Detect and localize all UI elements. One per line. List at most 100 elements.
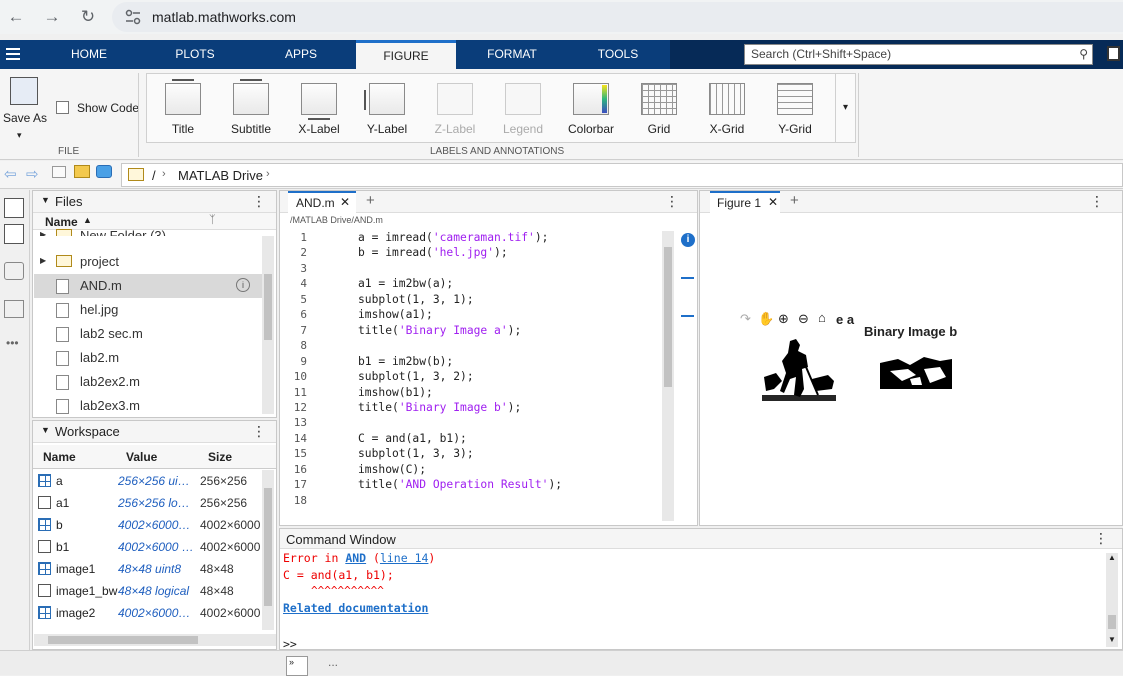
workspace-row[interactable]: image1_bw 48×48 logical 48×48 [34, 580, 260, 602]
xlabel-button[interactable]: X-Label [288, 79, 350, 139]
gallery-expand-icon[interactable]: ▾ [835, 73, 855, 143]
site-settings-icon[interactable] [124, 8, 142, 26]
path-bar[interactable]: / › MATLAB Drive › [121, 163, 1123, 187]
back-icon[interactable]: ← [4, 5, 28, 29]
more-icon[interactable]: ••• [6, 336, 19, 350]
scroll-thumb[interactable] [664, 247, 672, 387]
code-line[interactable]: subplot(1, 3, 2); [358, 370, 474, 385]
menu-icon[interactable] [6, 47, 20, 61]
collapse-icon[interactable]: ▼ [41, 425, 50, 435]
layout-icon[interactable] [4, 224, 24, 244]
save-as-icon[interactable] [10, 77, 38, 105]
colorbar-button[interactable]: Colorbar [560, 79, 622, 139]
cloud-folder-icon[interactable] [96, 165, 112, 178]
tab-apps[interactable]: APPS [270, 40, 332, 69]
reload-icon[interactable]: ↻ [76, 5, 100, 29]
tab-format[interactable]: FORMAT [480, 40, 544, 69]
save-as-dropdown-icon[interactable]: ▾ [17, 130, 22, 141]
workspace-row[interactable]: a1 256×256 logical 256×256 [34, 492, 260, 514]
path-segment[interactable]: MATLAB Drive [178, 168, 263, 183]
scroll-thumb[interactable] [48, 636, 198, 644]
workspace-menu-icon[interactable]: ⋮ [252, 423, 266, 440]
file-item[interactable]: ▶ project [34, 250, 262, 274]
workspace-row[interactable]: b 4002×6000×3 uint8 4002×6000 [34, 514, 260, 536]
tab-and-m[interactable]: AND.m ✕ [288, 191, 356, 213]
col-value[interactable]: Value [126, 450, 157, 464]
workspace-hscrollbar[interactable] [34, 634, 276, 646]
files-panel-icon[interactable] [4, 198, 24, 218]
file-item[interactable]: lab2 sec.m [34, 322, 262, 346]
editor-scrollbar[interactable] [662, 231, 674, 521]
browse-folder-icon[interactable] [74, 165, 90, 178]
nav-forward-icon[interactable]: ⇨ [26, 165, 39, 183]
expand-icon[interactable]: ▶ [40, 256, 46, 265]
code-line[interactable]: C = and(a1, b1); [358, 432, 467, 447]
tab-tools[interactable]: TOOLS [588, 40, 648, 69]
close-icon[interactable]: ✕ [340, 195, 350, 209]
up-folder-icon[interactable] [52, 166, 66, 178]
workspace-row[interactable]: a 256×256 uint8 256×256 [34, 470, 260, 492]
workspace-row[interactable]: image1 48×48 uint8 48×48 [34, 558, 260, 580]
scroll-down-icon[interactable]: ▼ [1108, 635, 1116, 644]
show-code-checkbox[interactable] [56, 101, 69, 114]
nav-back-icon[interactable]: ⇦ [4, 165, 17, 183]
command-history-icon[interactable]: » [286, 656, 308, 676]
code-line[interactable]: imshow(b1); [358, 386, 433, 401]
address-bar[interactable]: matlab.mathworks.com [112, 2, 1123, 32]
history-icon[interactable] [4, 262, 24, 280]
code-line[interactable]: imshow(C); [358, 463, 426, 478]
collapse-icon[interactable]: ▼ [41, 195, 50, 205]
file-item[interactable]: hel.jpg [34, 298, 262, 322]
expand-icon[interactable]: ▶ [40, 230, 46, 236]
scroll-thumb[interactable] [1108, 615, 1116, 629]
zoom-in-icon[interactable]: ⊕ [778, 311, 789, 327]
new-tab-icon[interactable]: + [790, 192, 799, 209]
more-icon[interactable]: ... [328, 655, 338, 669]
figure-menu-icon[interactable]: ⋮ [1090, 193, 1104, 210]
code-line[interactable]: imshow(a1); [358, 308, 433, 323]
command-menu-icon[interactable]: ⋮ [1094, 530, 1108, 547]
file-item[interactable]: lab2.m [34, 346, 262, 370]
file-info-icon[interactable]: i [236, 278, 250, 292]
new-tab-icon[interactable]: + [366, 192, 375, 209]
code-line[interactable]: subplot(1, 3, 3); [358, 447, 474, 462]
file-item[interactable]: AND.m i [34, 274, 262, 298]
search-input[interactable]: Search (Ctrl+Shift+Space) ⚲ [744, 44, 1093, 65]
xgrid-button[interactable]: X-Grid [696, 79, 758, 139]
close-icon[interactable]: ✕ [768, 195, 778, 209]
save-icon[interactable] [1107, 46, 1120, 61]
workspace-row[interactable]: image2 4002×6000×3 uint8 4002×6000 [34, 602, 260, 624]
col-size[interactable]: Size [208, 450, 232, 464]
code-line[interactable]: subplot(1, 3, 1); [358, 293, 474, 308]
command-scrollbar[interactable]: ▲ ▼ [1106, 553, 1118, 647]
forward-icon[interactable]: → [40, 5, 64, 29]
error-func-link[interactable]: AND [345, 551, 366, 565]
scroll-up-icon[interactable]: ▲ [1108, 553, 1116, 562]
code-line[interactable]: b = imread('hel.jpg'); [358, 246, 508, 261]
warning-marker[interactable] [681, 315, 694, 317]
related-documentation-link[interactable]: Related documentation [283, 601, 428, 615]
files-menu-icon[interactable]: ⋮ [252, 193, 266, 210]
scroll-thumb[interactable] [264, 488, 272, 606]
scroll-thumb[interactable] [264, 274, 272, 340]
zoom-out-icon[interactable]: ⊖ [798, 311, 809, 327]
col-name[interactable]: Name [43, 450, 76, 464]
code-line[interactable]: title('AND Operation Result'); [358, 478, 562, 493]
path-root[interactable]: / [152, 168, 156, 183]
workspace-row[interactable]: b1 4002×6000 logical 4002×6000 [34, 536, 260, 558]
workspace-scrollbar[interactable] [262, 470, 274, 630]
file-item[interactable]: lab2ex2.m [34, 370, 262, 394]
code-area[interactable]: 1 a = imread('cameraman.tif'); 2 b = imread… [280, 231, 660, 525]
path-chevron-icon[interactable]: › [266, 168, 270, 180]
code-line[interactable]: a1 = im2bw(a); [358, 277, 453, 292]
code-line[interactable]: a = imread('cameraman.tif'); [358, 231, 548, 246]
subtitle-button[interactable]: Subtitle [220, 79, 282, 139]
tab-figure[interactable]: FIGURE [356, 40, 456, 69]
grid-button[interactable]: Grid [628, 79, 690, 139]
files-scrollbar[interactable] [262, 236, 274, 414]
pan-icon[interactable]: ✋ [758, 311, 774, 327]
code-line[interactable]: title('Binary Image b'); [358, 401, 521, 416]
info-icon[interactable]: i [681, 233, 695, 247]
save-as-label[interactable]: Save As [3, 111, 47, 125]
ylabel-button[interactable]: Y-Label [356, 79, 418, 139]
